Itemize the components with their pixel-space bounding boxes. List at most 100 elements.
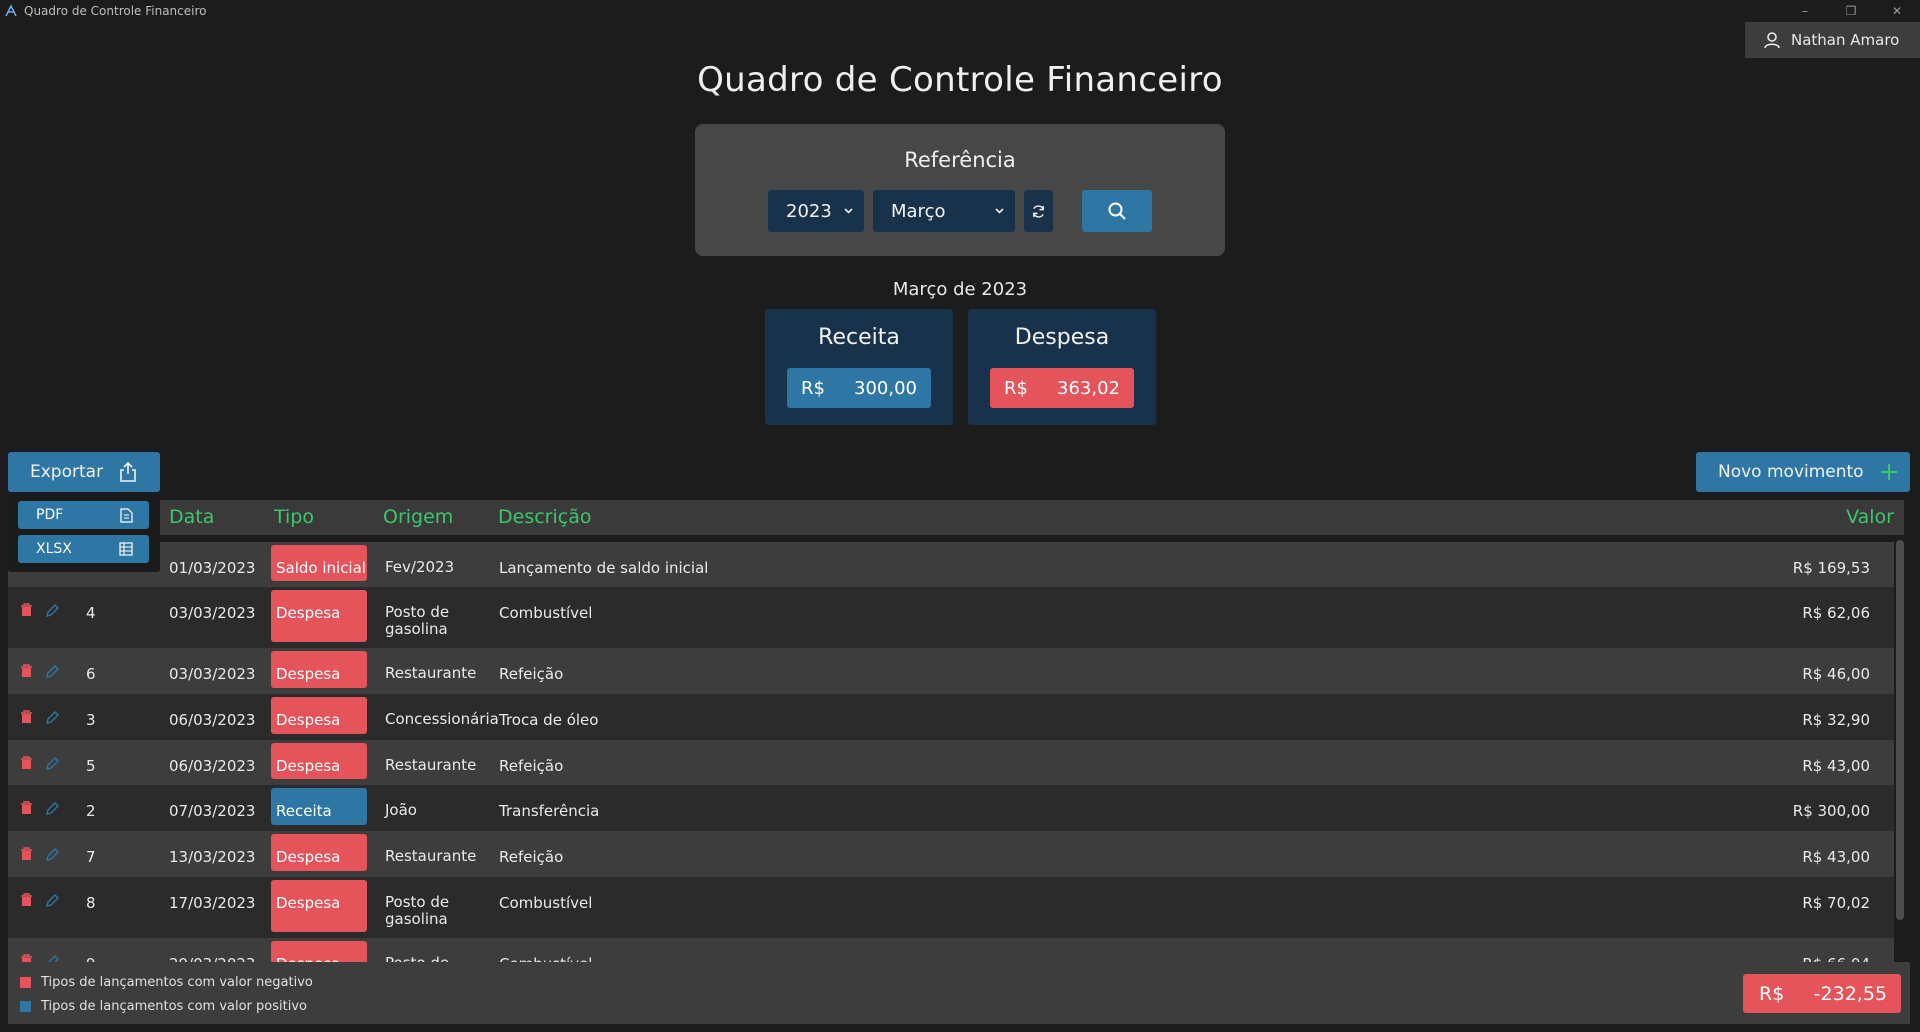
edit-icon[interactable] [45,664,60,679]
row-description: Combustível [499,604,593,622]
share-icon [120,462,136,482]
app-logo-icon [5,4,17,17]
legend-negative-label: Tipos de lançamentos com valor negativo [41,975,313,990]
edit-icon[interactable] [45,710,60,725]
window-controls: – ❐ ✕ [1782,0,1920,22]
col-origem-header[interactable]: Origem [383,506,453,528]
row-origin: Fev/2023 [385,558,455,576]
despesa-card: Despesa R$ 363,02 [968,309,1156,425]
spreadsheet-icon [119,542,133,556]
table-row[interactable]: 7 13/03/2023 Despesa Restaurante Refeição R$ … [8,831,1894,877]
year-select[interactable]: 2023 [768,190,864,232]
legend-negative: Tipos de lançamentos com valor negativo [20,975,313,990]
legend-negative-swatch [20,977,31,988]
row-origin: João [385,801,417,819]
month-select-value: Março [891,200,946,222]
row-type-badge: Saldo inicial [271,545,367,581]
table-scrollbar[interactable] [1896,540,1904,920]
footer-bar: Tipos de lançamentos com valor negativo … [8,962,1910,1024]
row-value: R$ 43,00 [1802,757,1870,775]
row-value: R$ 70,02 [1802,894,1870,912]
row-date: 06/03/2023 [169,711,256,729]
total-balance: R$ -232,55 [1743,974,1901,1013]
delete-icon[interactable] [20,664,33,678]
export-pdf-option[interactable]: PDF [18,501,149,529]
edit-icon[interactable] [45,603,60,618]
row-origin: Restaurante [385,847,477,865]
refresh-button[interactable] [1024,190,1053,232]
col-tipo-header[interactable]: Tipo [274,506,314,528]
row-description: Transferência [499,802,600,820]
delete-icon[interactable] [20,603,33,617]
year-select-value: 2023 [786,200,832,222]
legend-positive-label: Tipos de lançamentos com valor positivo [41,999,307,1014]
row-value: R$ 46,00 [1802,665,1870,683]
row-type-badge: Despesa [271,651,367,688]
legend-positive-swatch [20,1001,31,1012]
row-description: Lançamento de saldo inicial [499,559,709,577]
export-pdf-label: PDF [36,507,64,523]
col-valor-header[interactable]: Valor [1846,506,1894,528]
chevron-down-icon [995,208,1004,214]
minimize-button[interactable]: – [1782,0,1828,22]
row-description: Combustível [499,894,593,912]
table-row[interactable]: 5 06/03/2023 Despesa Restaurante Refeição R$ … [8,740,1894,785]
row-id: 2 [86,802,96,820]
despesa-label: Despesa [1014,325,1110,350]
row-date: 01/03/2023 [169,559,256,577]
row-description: Troca de óleo [499,711,599,729]
month-select[interactable]: Março [873,190,1015,232]
row-description: Refeição [499,757,564,775]
export-xlsx-option[interactable]: XLSX [18,535,149,563]
receita-card: Receita R$ 300,00 [765,309,953,425]
title-bar: Quadro de Controle Financeiro – ❐ ✕ [0,0,1920,22]
row-date: 06/03/2023 [169,757,256,775]
delete-icon[interactable] [20,756,33,770]
maximize-button[interactable]: ❐ [1828,0,1874,22]
table-header: Data Tipo Origem Descrição Valor [8,500,1904,535]
row-date: 29/03/2023 [169,955,255,962]
plus-icon [1880,464,1897,480]
row-id: 7 [86,848,96,866]
new-entry-button[interactable]: Novo movimento [1696,452,1910,492]
row-type-badge: Despesa [271,834,367,871]
edit-icon[interactable] [45,954,60,962]
export-button[interactable]: Exportar [8,452,160,492]
edit-icon[interactable] [45,756,60,771]
row-origin: Restaurante [385,756,477,774]
search-button[interactable] [1082,190,1152,232]
document-icon [120,507,133,523]
table-row[interactable]: 01/03/2023 Saldo inicial Fev/2023 Lançament… [8,542,1894,587]
col-descricao-header[interactable]: Descrição [498,506,591,528]
row-description: Refeição [499,848,564,866]
export-label: Exportar [30,462,104,482]
total-currency: R$ [1759,982,1785,1005]
table-row[interactable]: 4 03/03/2023 Despesa Posto de gasolina Combu… [8,587,1894,648]
col-data-header[interactable]: Data [169,506,214,528]
user-menu-button[interactable]: Nathan Amaro [1745,22,1920,58]
delete-icon[interactable] [20,893,33,907]
row-date: 03/03/2023 [169,604,256,622]
table-row[interactable]: 6 03/03/2023 Despesa Restaurante Refeição R$ … [8,648,1894,694]
window-title: Quadro de Controle Financeiro [24,4,207,18]
row-origin: Concessionária [385,710,499,728]
table-row[interactable]: 3 06/03/2023 Despesa Concessionária Troca de… [8,694,1894,740]
table-row[interactable]: 2 07/03/2023 Receita João Transferência R$ 30… [8,785,1894,831]
edit-icon[interactable] [45,847,60,862]
table-row[interactable]: 8 17/03/2023 Despesa Posto de gasolina Combu… [8,877,1894,938]
edit-icon[interactable] [45,801,60,816]
table-row[interactable]: 9 29/03/2023 Despesa Posto de Combustível R$ … [8,938,1894,962]
delete-icon[interactable] [20,847,33,861]
total-value: -232,55 [1813,982,1887,1005]
page-title: Quadro de Controle Financeiro [697,60,1223,100]
row-id: 9 [86,955,96,962]
delete-icon[interactable] [20,801,33,815]
close-button[interactable]: ✕ [1874,0,1920,22]
export-xlsx-label: XLSX [36,541,72,557]
delete-icon[interactable] [20,954,33,962]
edit-icon[interactable] [45,893,60,908]
row-id: 5 [86,757,96,775]
delete-icon[interactable] [20,710,33,724]
row-value: R$ 169,53 [1792,559,1870,577]
row-type-badge: Despesa [271,697,367,734]
